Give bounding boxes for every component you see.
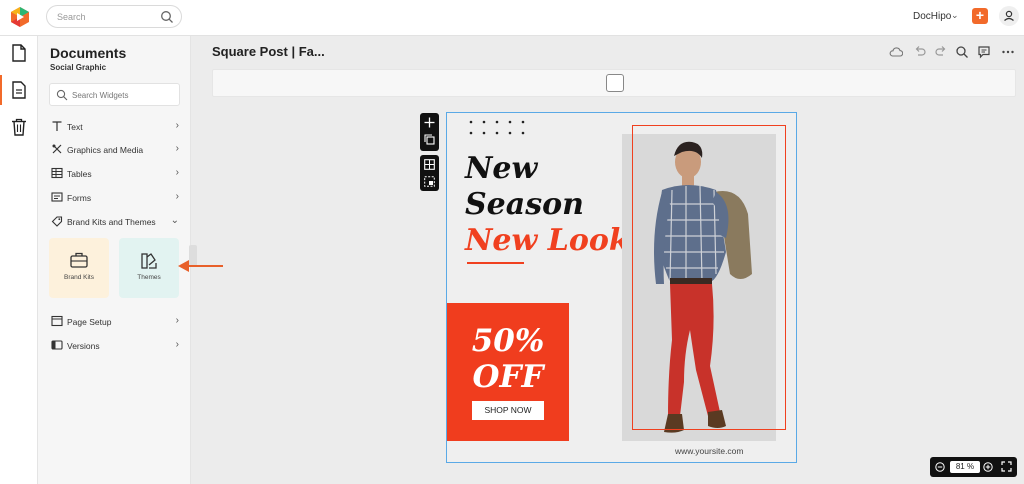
document-icon — [12, 44, 26, 62]
chevron-right-icon: › — [175, 191, 179, 202]
zoom-unit: % — [967, 462, 975, 471]
menu-label: Brand Kits and Themes — [67, 217, 156, 227]
add-duplicate-toolbar — [420, 113, 439, 151]
menu-text[interactable]: Text › — [49, 117, 181, 137]
menu-label: Tables — [67, 169, 92, 179]
menu-label: Page Setup — [67, 317, 112, 327]
undo-icon[interactable] — [913, 45, 927, 59]
zoom-out-icon[interactable] — [935, 462, 945, 472]
menu-label: Forms — [67, 193, 92, 203]
fullscreen-icon[interactable] — [1001, 461, 1012, 472]
user-icon — [1004, 10, 1014, 21]
chevron-right-icon: › — [175, 167, 179, 178]
discount-block[interactable]: 50% OFF SHOP NOW — [447, 303, 569, 441]
search-icon[interactable] — [955, 45, 969, 59]
more-options-icon[interactable] — [1001, 45, 1015, 59]
duplicate-page-icon[interactable] — [424, 134, 435, 145]
menu-label: Versions — [67, 341, 100, 351]
search-icon — [56, 89, 68, 101]
workspace-name[interactable]: DocHipo — [913, 11, 951, 22]
grid-icon[interactable] — [424, 159, 435, 170]
briefcase-icon — [70, 252, 88, 268]
widget-panel: Documents Social Graphic Search Widgets … — [38, 36, 191, 484]
brand-icon — [51, 216, 63, 227]
chevron-down-icon[interactable]: ⌄ — [951, 10, 959, 21]
headline-season[interactable]: Season — [465, 187, 584, 222]
panel-subtitle: Social Graphic — [50, 63, 107, 72]
discount-off[interactable]: OFF — [447, 359, 569, 395]
redo-icon[interactable] — [934, 45, 948, 59]
menu-label: Text — [67, 122, 83, 132]
discount-percent[interactable]: 50% — [447, 323, 569, 359]
rail-trash[interactable] — [0, 110, 38, 144]
rail-documents[interactable] — [0, 36, 38, 70]
menu-brand-kits-themes[interactable]: Brand Kits and Themes ⌄ — [49, 212, 181, 232]
zoom-control: 81 % — [930, 457, 1017, 477]
headline-new-look[interactable]: New Look — [465, 223, 630, 258]
zoom-value[interactable]: 81 % — [950, 461, 980, 473]
design-canvas[interactable]: New Season New Look 50% OFF SHOP NOW www… — [446, 112, 797, 463]
widget-search-input[interactable]: Search Widgets — [49, 83, 180, 106]
menu-versions[interactable]: Versions › — [49, 336, 181, 356]
forms-icon — [51, 192, 63, 202]
chevron-right-icon: › — [175, 315, 179, 326]
menu-label: Graphics and Media — [67, 145, 144, 155]
menu-forms[interactable]: Forms › — [49, 188, 181, 208]
document-title[interactable]: Square Post | Fa... — [212, 44, 325, 59]
brand-kits-tile[interactable]: Brand Kits — [49, 238, 109, 298]
themes-icon — [141, 253, 157, 269]
top-bar: Search DocHipo ⌄ + — [0, 0, 1024, 36]
widget-search-placeholder: Search Widgets — [72, 91, 129, 100]
chevron-down-icon: ⌄ — [170, 215, 179, 226]
global-search[interactable]: Search — [46, 5, 182, 28]
menu-page-setup[interactable]: Page Setup › — [49, 312, 181, 332]
editor-toolbar — [889, 45, 1019, 59]
headline-new[interactable]: New — [465, 151, 537, 186]
text-icon — [52, 121, 62, 131]
table-icon — [51, 167, 63, 179]
user-avatar-button[interactable] — [999, 6, 1019, 26]
menu-tables[interactable]: Tables › — [49, 164, 181, 184]
website-text[interactable]: www.yoursite.com — [447, 446, 796, 456]
annotation-arrow-icon — [178, 260, 223, 272]
zoom-in-icon[interactable] — [983, 462, 993, 472]
create-new-button[interactable]: + — [972, 8, 988, 24]
page-thumbnail[interactable] — [606, 74, 624, 92]
page-setup-icon — [51, 315, 63, 327]
zoom-number: 81 — [955, 462, 965, 471]
graphics-icon — [52, 144, 62, 154]
photo-frame[interactable] — [632, 125, 786, 430]
select-area-icon[interactable] — [424, 176, 435, 187]
grid-toolbar — [420, 155, 439, 191]
shop-now-button[interactable]: SHOP NOW — [472, 401, 544, 420]
dochipo-logo[interactable] — [10, 7, 30, 27]
panel-title: Documents — [50, 45, 127, 61]
chevron-right-icon: › — [175, 339, 179, 350]
document-lines-icon — [12, 81, 26, 99]
themes-tile[interactable]: Themes — [119, 238, 179, 298]
trash-icon — [12, 118, 26, 136]
left-rail — [0, 36, 38, 484]
menu-graphics-media[interactable]: Graphics and Media › — [49, 140, 181, 160]
cloud-save-icon[interactable] — [889, 45, 903, 59]
rail-page-properties[interactable] — [0, 73, 38, 107]
comment-icon[interactable] — [977, 45, 991, 59]
search-placeholder: Search — [57, 12, 86, 22]
headline-underline[interactable] — [467, 262, 524, 264]
search-icon[interactable] — [160, 10, 174, 24]
tile-label: Brand Kits — [64, 274, 94, 281]
tile-label: Themes — [137, 274, 161, 281]
decorative-dots — [469, 120, 525, 135]
add-page-icon[interactable] — [424, 117, 435, 128]
chevron-right-icon: › — [175, 120, 179, 131]
page-bar — [212, 69, 1016, 97]
chevron-right-icon: › — [175, 143, 179, 154]
versions-icon — [51, 340, 63, 350]
